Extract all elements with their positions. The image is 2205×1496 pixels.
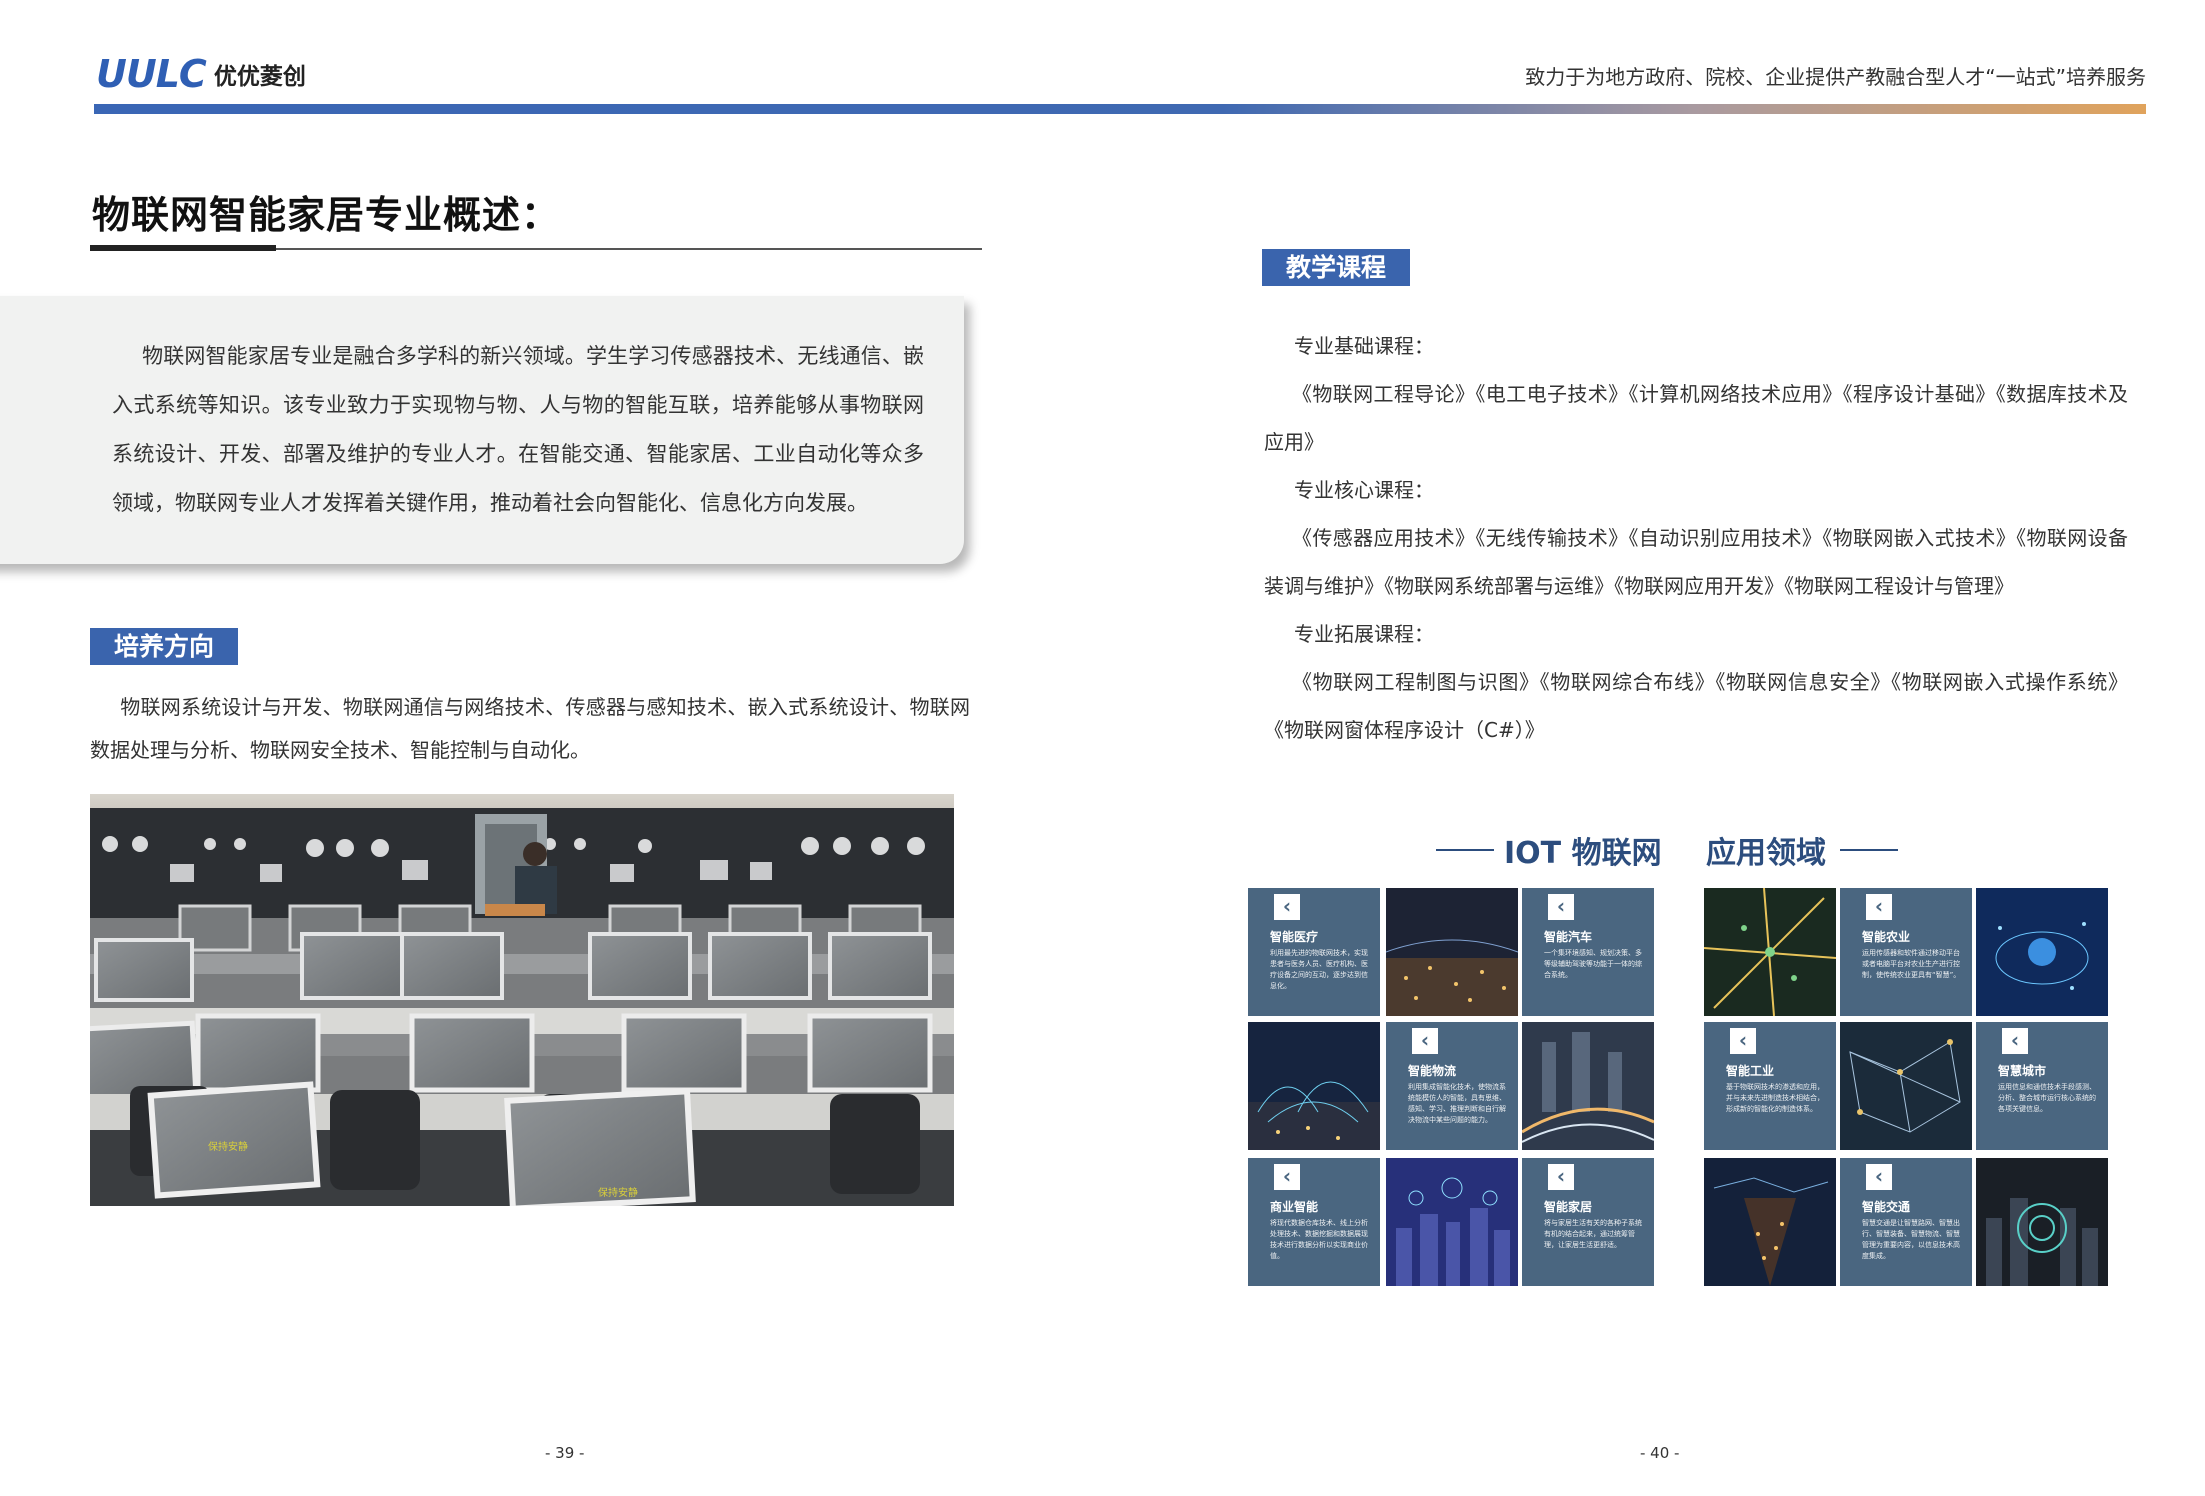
network-arc-image	[1248, 1022, 1380, 1150]
tile-image-network-arc	[1248, 1022, 1380, 1150]
tile-description: 智慧交通是让智慧路网、智慧出行、智慧装备、智慧物流、智慧管理为重要内容，以信息技…	[1862, 1219, 1960, 1260]
course-group-body: 《传感器应用技术》《无线传输技术》《自动识别应用技术》《物联网嵌入式技术》《物联…	[1264, 526, 2128, 598]
application-heading-text: 应用领域	[1706, 836, 1826, 871]
tile-title: 智能医疗	[1270, 930, 1319, 944]
tile-image-highway	[1522, 1022, 1654, 1150]
tile-smart-home: ‹ 智能家居 将与家居生活有关的各种子系统有机的结合起来，通过统筹管理，让家居生…	[1522, 1158, 1654, 1286]
title-underline-accent	[90, 245, 276, 251]
chevron-left-icon: ‹	[1548, 894, 1574, 920]
classroom-illustration: 保持安静 保持安静	[90, 794, 954, 1206]
tile-image-wifi-city	[1976, 1158, 2108, 1286]
tile-image-network-mesh	[1840, 1022, 1972, 1150]
tile-title: 智慧城市	[1998, 1064, 2047, 1078]
brand-logo: UULC 优优菱创	[96, 52, 306, 96]
city-lights-image	[1704, 1158, 1836, 1286]
city-night-image	[1386, 888, 1518, 1016]
hand-network-image	[1976, 888, 2108, 1016]
course-group-head: 专业基础课程：	[1294, 334, 1434, 358]
chevron-left-icon: ‹	[1866, 1164, 1892, 1190]
course-group-body: 《物联网工程制图与识图》《物联网综合布线》《物联网信息安全》《物联网嵌入式操作系…	[1264, 670, 2128, 742]
tile-image-hand-network	[1976, 888, 2108, 1016]
course-group-head: 专业核心课程：	[1294, 478, 1434, 502]
chevron-left-icon: ‹	[1412, 1028, 1438, 1054]
tile-title: 智能物流	[1408, 1064, 1457, 1078]
logo-mark: UULC	[96, 52, 207, 96]
tile-description: 基于物联网技术的渗透和应用，并与未来先进制造技术相结合，形成新的智能化的制造体系…	[1726, 1083, 1824, 1113]
tile-description: 将与家居生活有关的各种子系统有机的结合起来，通过统筹管理，让家居生活更舒适。	[1544, 1219, 1642, 1249]
tile-smart-agriculture: ‹ 智能农业 运用传感器和软件通过移动平台或者电脑平台对农业生产进行控制，使传统…	[1840, 888, 1972, 1016]
tile-title: 商业智能	[1270, 1200, 1319, 1214]
tile-smart-industry: ‹ 智能工业 基于物联网技术的渗透和应用，并与未来先进制造技术相结合，形成新的智…	[1704, 1022, 1836, 1150]
section-tag-courses: 教学课程	[1262, 249, 1411, 286]
course-group-body: 《物联网工程导论》《电工电子技术》《计算机网络技术应用》《程序设计基础》《数据库…	[1264, 382, 2128, 454]
network-mesh-image	[1840, 1022, 1972, 1150]
classroom-photo: 保持安静 保持安静	[90, 794, 954, 1206]
tile-smart-car: ‹ 智能汽车 一个集环境感知、规划决策、多等级辅助驾驶等功能于一体的综合系统。	[1522, 888, 1654, 1016]
tile-image-city-night	[1386, 888, 1518, 1016]
tile-image-smart-city-icons	[1386, 1158, 1518, 1286]
chevron-left-icon: ‹	[2002, 1028, 2028, 1054]
monitor-label-2: 保持安静	[598, 1186, 638, 1199]
course-list: 专业基础课程： 《物联网工程导论》《电工电子技术》《计算机网络技术应用》《程序设…	[1264, 322, 2128, 754]
application-heading: 应用领域	[1706, 828, 1898, 872]
header-gradient-bar	[94, 104, 2146, 114]
tile-description: 利用集成智能化技术，使物流系统能模仿人的智能，具有思维、感知、学习、推理判断和自…	[1408, 1083, 1506, 1124]
monitor-label-1: 保持安静	[208, 1140, 248, 1153]
page-number-left: - 39 -	[545, 1444, 585, 1462]
tile-description: 运用信息和通信技术手段感测、分析、整合城市运行核心系统的各项关键信息。	[1998, 1083, 2096, 1113]
tile-description: 一个集环境感知、规划决策、多等级辅助驾驶等功能于一体的综合系统。	[1544, 949, 1642, 979]
highway-image	[1522, 1022, 1654, 1150]
tile-smart-city: ‹ 智慧城市 运用信息和通信技术手段感测、分析、整合城市运行核心系统的各项关键信…	[1976, 1022, 2108, 1150]
wifi-city-image	[1976, 1158, 2108, 1286]
tile-image-aerial-city	[1704, 888, 1836, 1016]
course-group-head: 专业拓展课程：	[1294, 622, 1434, 646]
tile-title: 智能汽车	[1544, 930, 1593, 944]
page-number-right: - 40 -	[1640, 1444, 1680, 1462]
intro-paragraph: 物联网智能家居专业是融合多学科的新兴领域。学生学习传感器技术、无线通信、嵌入式系…	[112, 332, 924, 528]
chevron-left-icon: ‹	[1548, 1164, 1574, 1190]
tile-image-city-lights	[1704, 1158, 1836, 1286]
tile-description: 运用传感器和软件通过移动平台或者电脑平台对农业生产进行控制，使传统农业更具有“智…	[1862, 949, 1961, 979]
iot-heading-text: IOT 物联网	[1504, 836, 1662, 871]
chevron-left-icon: ‹	[1274, 894, 1300, 920]
iot-heading: IOT 物联网	[1436, 828, 1662, 872]
tile-title: 智能交通	[1862, 1200, 1911, 1214]
aerial-city-image	[1704, 888, 1836, 1016]
tile-title: 智能家居	[1544, 1200, 1593, 1214]
tile-business-intelligence: ‹ 商业智能 将现代数据仓库技术、线上分析处理技术、数据挖掘和数据展现技术进行数…	[1248, 1158, 1380, 1286]
chevron-left-icon: ‹	[1730, 1028, 1756, 1054]
tile-title: 智能工业	[1726, 1064, 1775, 1078]
tile-title: 智能农业	[1862, 930, 1911, 944]
tile-description: 将现代数据仓库技术、线上分析处理技术、数据挖掘和数据展现技术进行数据分析以实现商…	[1270, 1219, 1368, 1260]
chevron-left-icon: ‹	[1274, 1164, 1300, 1190]
chevron-left-icon: ‹	[1866, 894, 1892, 920]
tile-smart-medical: ‹ 智能医疗 利用最先进的物联网技术，实现患者与医务人员、医疗机构、医疗设备之间…	[1248, 888, 1380, 1016]
tile-smart-traffic: ‹ 智能交通 智慧交通是让智慧路网、智慧出行、智慧装备、智慧物流、智慧管理为重要…	[1840, 1158, 1972, 1286]
tile-smart-logistics: ‹ 智能物流 利用集成智能化技术，使物流系统能模仿人的智能，具有思维、感知、学习…	[1386, 1022, 1518, 1150]
section-tag-training-direction: 培养方向	[90, 628, 239, 665]
smart-city-icons-image	[1386, 1158, 1518, 1286]
tile-description: 利用最先进的物联网技术，实现患者与医务人员、医疗机构、医疗设备之间的互动，逐步达…	[1270, 949, 1368, 990]
page-title: 物联网智能家居专业概述：	[92, 193, 561, 237]
header-tagline: 致力于为地方政府、院校、企业提供产教融合型人才“一站式”培养服务	[1525, 65, 2146, 89]
training-direction-text: 物联网系统设计与开发、物联网通信与网络技术、传感器与感知技术、嵌入式系统设计、物…	[90, 695, 970, 762]
intro-text: 物联网智能家居专业是融合多学科的新兴领域。学生学习传感器技术、无线通信、嵌入式系…	[112, 344, 924, 515]
logo-chinese-name: 优优菱创	[213, 64, 306, 90]
training-direction-paragraph: 物联网系统设计与开发、物联网通信与网络技术、传感器与感知技术、嵌入式系统设计、物…	[90, 686, 970, 772]
